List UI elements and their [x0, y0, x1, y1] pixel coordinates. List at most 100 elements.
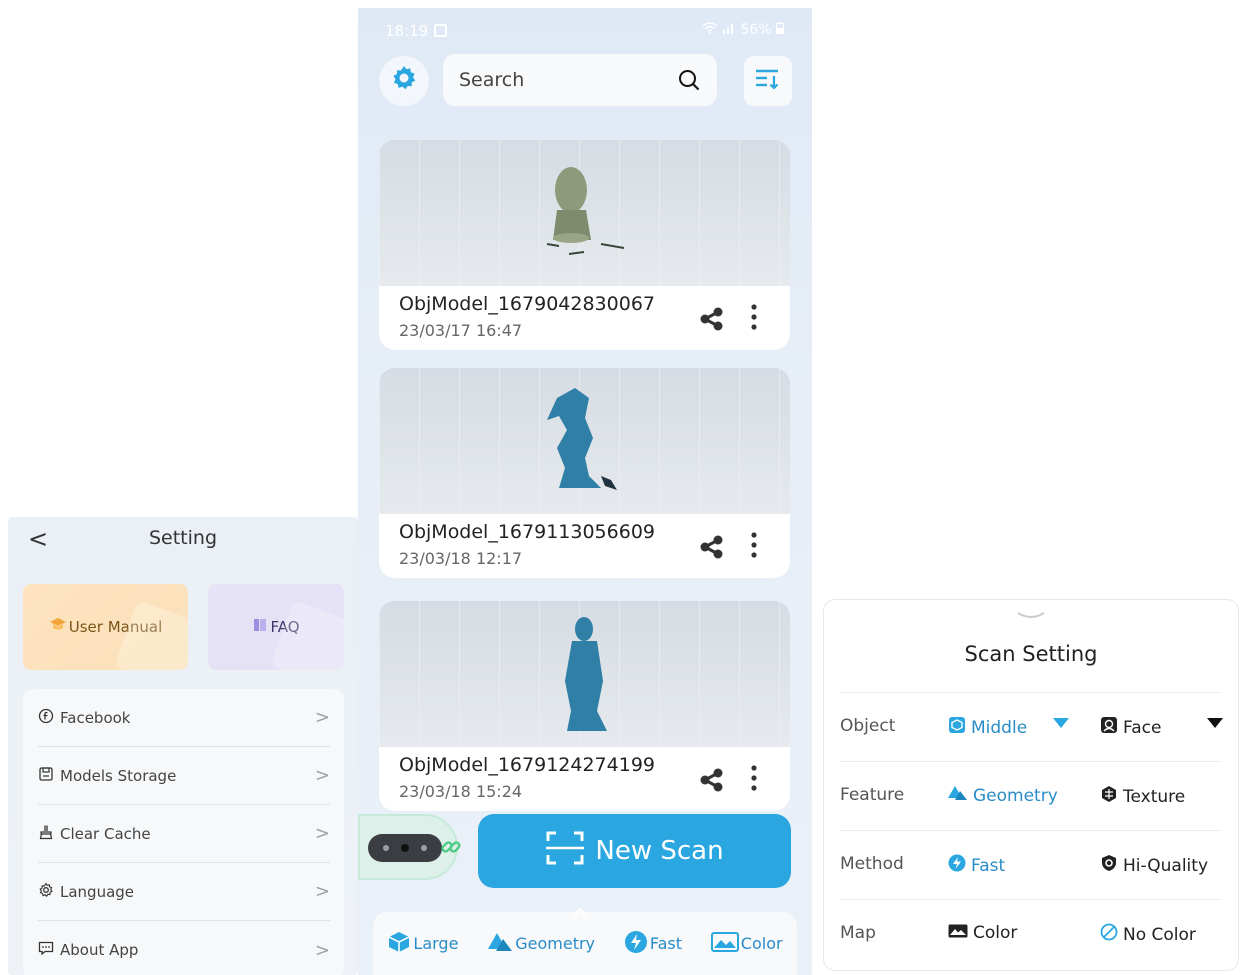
model-info: ObjModel_1679124274199 23/03/18 15:24	[379, 747, 790, 811]
search-placeholder: Search	[459, 69, 525, 91]
menu-label: Clear Cache	[60, 824, 151, 843]
geometry-icon	[487, 931, 513, 957]
option-face[interactable]: Face	[1100, 716, 1161, 739]
model-date: 23/03/17 16:47	[399, 321, 523, 340]
menu-item-language[interactable]: Language >	[38, 863, 330, 921]
card-decoration	[270, 600, 344, 670]
option-texture[interactable]: Texture	[1100, 785, 1185, 808]
book-icon	[252, 617, 268, 637]
menu-label: Models Storage	[60, 766, 177, 785]
mode-label: Geometry	[515, 934, 596, 953]
model-date: 23/03/18 12:17	[399, 549, 523, 568]
setting-title: Setting	[148, 527, 218, 549]
search-icon[interactable]	[677, 68, 701, 97]
chevron-right-icon: >	[314, 707, 330, 728]
option-color[interactable]: Color	[948, 923, 1017, 943]
mode-geometry[interactable]: Geometry	[487, 931, 595, 957]
mode-label: Large	[413, 934, 459, 953]
status-time: 18:19	[385, 22, 448, 40]
cube-icon	[948, 716, 966, 739]
model-info: ObjModel_1679042830067 23/03/17 16:47	[379, 286, 790, 350]
bolt-icon	[948, 854, 966, 877]
menu-label: About App	[60, 941, 139, 959]
row-label: Method	[840, 854, 904, 874]
new-scan-label: New Scan	[595, 836, 724, 866]
gear-icon	[38, 882, 60, 902]
drag-handle[interactable]	[824, 606, 1238, 625]
facebook-icon	[38, 708, 60, 728]
more-options-icon[interactable]	[751, 304, 757, 334]
model-name: ObjModel_1679113056609	[399, 521, 655, 543]
card-decoration	[114, 600, 188, 670]
model-date: 23/03/18 15:24	[399, 782, 523, 801]
search-input[interactable]: Search	[443, 54, 717, 106]
chevron-right-icon: >	[314, 765, 330, 786]
mode-fast[interactable]: Fast	[624, 930, 682, 958]
share-icon[interactable]	[699, 306, 725, 336]
scanner-device-button[interactable]	[358, 814, 461, 880]
more-options-icon[interactable]	[751, 765, 757, 795]
model-card[interactable]: ObjModel_1679113056609 23/03/18 12:17	[379, 368, 790, 578]
row-label: Map	[840, 923, 876, 943]
option-geometry[interactable]: Geometry	[948, 785, 1058, 806]
model-name: ObjModel_1679042830067	[399, 293, 655, 315]
bolt-icon	[624, 930, 648, 958]
menu-item-models-storage[interactable]: Models Storage >	[38, 747, 330, 805]
option-middle[interactable]: Middle	[948, 716, 1027, 739]
scan-mode-bar[interactable]: Large Geometry Fast Color	[373, 907, 797, 975]
menu-label: Language	[60, 882, 135, 901]
menu-item-about-app[interactable]: About App >	[38, 921, 330, 975]
mode-large[interactable]: Large	[387, 930, 458, 958]
scanner-device-icon	[366, 832, 444, 868]
menu-label: Facebook	[60, 708, 131, 727]
scan-setting-panel: Scan Setting Object Middle Face Feature …	[823, 599, 1239, 971]
color-map-icon	[948, 923, 968, 943]
cube-icon	[387, 930, 411, 958]
dropdown-arrow-icon[interactable]	[1053, 716, 1069, 732]
option-hi-quality[interactable]: Hi-Quality	[1100, 854, 1208, 877]
model-preview-bust[interactable]	[379, 140, 790, 286]
scan-frame-icon	[545, 830, 585, 873]
share-icon[interactable]	[699, 534, 725, 564]
notification-icon	[434, 24, 448, 37]
geometry-icon	[948, 785, 968, 806]
settings-button[interactable]	[379, 56, 429, 106]
user-manual-card[interactable]: User Manual	[23, 584, 188, 670]
model-card[interactable]: ObjModel_1679042830067 23/03/17 16:47	[379, 140, 790, 350]
wifi-icon	[702, 22, 722, 38]
mode-label: Color	[740, 934, 783, 953]
menu-item-clear-cache[interactable]: Clear Cache >	[38, 805, 330, 863]
texture-icon	[1100, 785, 1118, 808]
broom-icon	[38, 824, 60, 844]
more-options-icon[interactable]	[751, 532, 757, 562]
menu-item-facebook[interactable]: Facebook >	[38, 689, 330, 747]
storage-icon	[38, 766, 60, 786]
new-scan-button[interactable]: New Scan	[478, 814, 791, 888]
model-preview-horse[interactable]	[379, 368, 790, 514]
mode-color[interactable]: Color	[710, 931, 783, 956]
share-icon[interactable]	[699, 767, 725, 797]
sort-icon	[754, 67, 782, 95]
option-no-color[interactable]: No Color	[1100, 923, 1196, 946]
graduation-cap-icon	[49, 617, 67, 637]
sort-button[interactable]	[744, 56, 792, 106]
link-icon	[440, 836, 462, 862]
model-preview-warrior[interactable]	[379, 601, 790, 747]
battery-level: 56%	[740, 22, 772, 38]
dropdown-arrow-icon[interactable]	[1207, 716, 1223, 732]
option-fast[interactable]: Fast	[948, 854, 1005, 877]
setting-panel: < Setting User Manual FAQ Facebook > Mod…	[8, 517, 358, 975]
chevron-up-icon[interactable]	[573, 904, 587, 920]
mode-label: Fast	[649, 934, 682, 953]
setting-row-map: Map Color No Color	[840, 899, 1222, 967]
faq-card[interactable]: FAQ	[208, 584, 344, 670]
model-card[interactable]: ObjModel_1679124274199 23/03/18 15:24	[379, 601, 790, 811]
no-color-icon	[1100, 923, 1118, 946]
chevron-right-icon: >	[314, 939, 330, 961]
scan-setting-title: Scan Setting	[964, 642, 1098, 666]
color-map-icon	[710, 931, 739, 956]
model-info: ObjModel_1679113056609 23/03/18 12:17	[379, 514, 790, 578]
face-icon	[1100, 716, 1118, 739]
phone-main-screen: 18:19 56% Search ObjModel_1679042830067 …	[358, 8, 812, 975]
setting-row-object: Object Middle Face	[840, 692, 1223, 760]
